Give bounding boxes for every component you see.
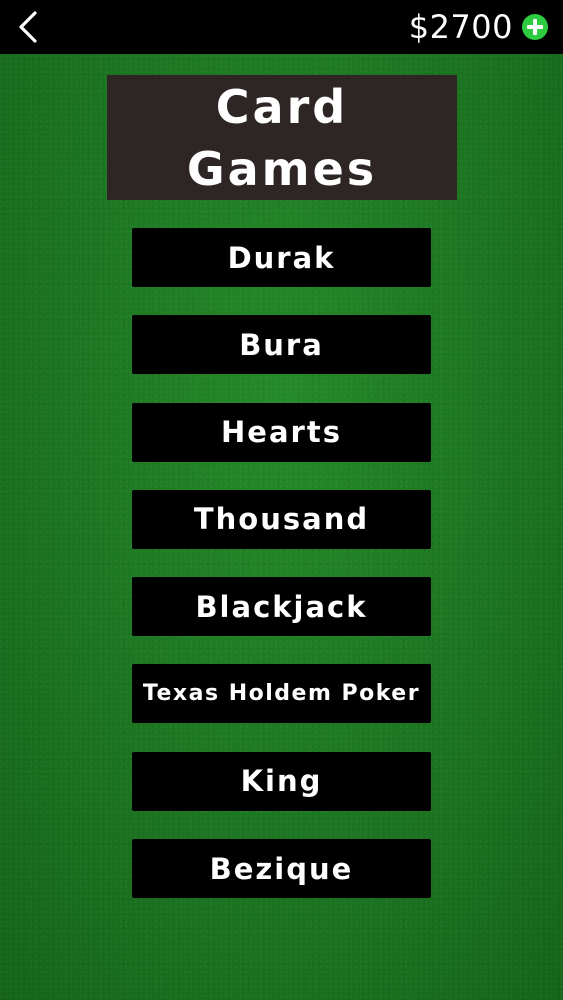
durak-button[interactable]: Durak — [132, 228, 431, 287]
title-line-1: Card — [215, 79, 349, 134]
bura-button[interactable]: Bura — [132, 315, 431, 375]
title-line-2: Games — [186, 141, 378, 196]
add-funds-button[interactable] — [521, 13, 549, 41]
texas-holdem-poker-button[interactable]: Texas Holdem Poker — [132, 664, 431, 724]
hearts-button[interactable]: Hearts — [132, 402, 431, 462]
back-button[interactable] — [10, 8, 46, 46]
bezique-button[interactable]: Bezique — [132, 839, 431, 899]
top-bar: $2700 — [0, 0, 563, 54]
page-title: Card Games — [107, 75, 457, 200]
thousand-button[interactable]: Thousand — [132, 489, 431, 549]
chevron-left-icon — [19, 11, 37, 43]
plus-circle-icon — [522, 14, 548, 40]
king-button[interactable]: King — [132, 751, 431, 811]
blackjack-button[interactable]: Blackjack — [132, 577, 431, 637]
game-menu: Durak Bura Hearts Thousand Blackjack Tex… — [132, 228, 431, 926]
balance-amount: $2700 — [408, 8, 513, 46]
